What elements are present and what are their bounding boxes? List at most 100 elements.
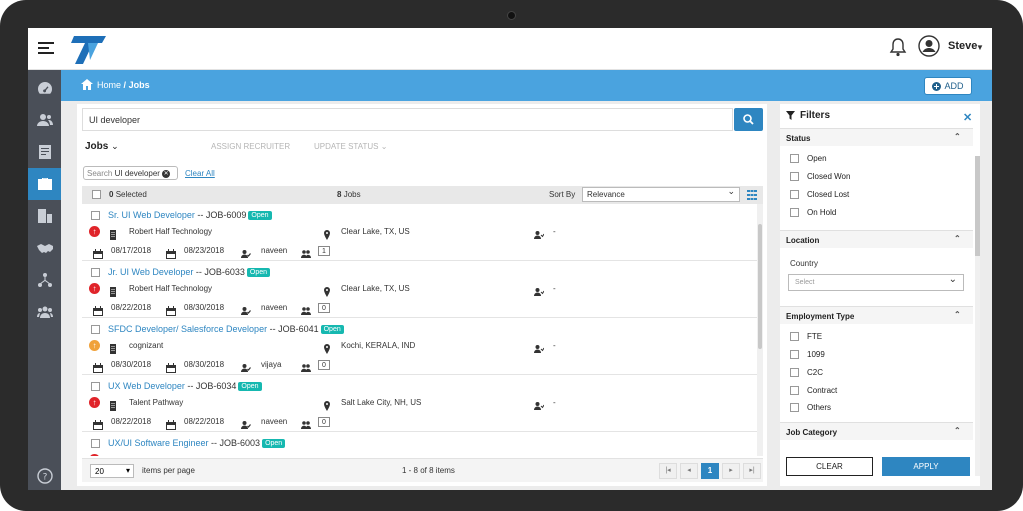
- select-all-checkbox[interactable]: [92, 190, 101, 199]
- filter-section-location[interactable]: Location ⌃: [780, 230, 973, 248]
- sidebar-item-jobs[interactable]: [28, 168, 61, 200]
- page-button-current[interactable]: 1: [701, 463, 719, 479]
- job-row-checkbox[interactable]: [91, 325, 100, 334]
- filter-checkbox[interactable]: [790, 350, 799, 359]
- job-row[interactable]: Jr. UI Web Developer -- JOB-6033 Open ↑ Rob…: [82, 261, 757, 318]
- submissions-count[interactable]: 0: [318, 417, 330, 427]
- filter-option-closed-won[interactable]: Closed Won: [790, 172, 850, 181]
- filters-scrollbar-thumb[interactable]: [975, 156, 980, 256]
- hierarchy-icon: [37, 273, 52, 287]
- filter-section-employment-type[interactable]: Employment Type ⌃: [780, 306, 973, 324]
- sidebar-item-companies[interactable]: [28, 200, 61, 232]
- filter-option-closed-lost[interactable]: Closed Lost: [790, 190, 849, 199]
- add-button[interactable]: ADD: [924, 77, 972, 95]
- first-page-button[interactable]: |◂: [659, 463, 677, 479]
- filter-checkbox[interactable]: [790, 403, 799, 412]
- jobs-view-dropdown[interactable]: Jobs ⌄: [85, 141, 119, 152]
- sidebar-item-contacts[interactable]: [28, 104, 61, 136]
- filter-option-label: C2C: [807, 368, 824, 377]
- submissions-count[interactable]: 0: [318, 360, 330, 370]
- job-title-link[interactable]: Jr. UI Web Developer -- JOB-6033 Open: [108, 267, 271, 277]
- sidebar-item-reports[interactable]: [28, 136, 61, 168]
- user-menu-chevron-icon[interactable]: ▼: [976, 43, 984, 52]
- job-title-link[interactable]: SFDC Developer/ Salesforce Developer -- …: [108, 324, 344, 334]
- job-title[interactable]: UX/UI Software Engineer: [108, 438, 209, 448]
- chip-remove-icon[interactable]: ✕: [162, 169, 171, 178]
- location-pin-icon: [322, 341, 332, 354]
- job-title[interactable]: SFDC Developer/ Salesforce Developer: [108, 324, 267, 334]
- update-status-button[interactable]: UPDATE STATUS ⌄: [314, 142, 387, 151]
- column-settings-icon[interactable]: [747, 190, 757, 200]
- job-row-checkbox[interactable]: [91, 268, 100, 277]
- sidebar-item-deals[interactable]: [28, 232, 61, 264]
- filter-option-c2c[interactable]: C2C: [790, 368, 823, 377]
- job-row-checkbox[interactable]: [91, 382, 100, 391]
- prev-page-button[interactable]: ◂: [680, 463, 698, 479]
- sidebar-item-help[interactable]: ?: [28, 460, 61, 490]
- breadcrumb-home[interactable]: Home: [97, 80, 121, 90]
- search-button[interactable]: [734, 108, 763, 131]
- country-select[interactable]: Select: [788, 274, 964, 291]
- filter-section-job-category[interactable]: Job Category ⌃: [780, 422, 973, 440]
- user-avatar-icon[interactable]: [918, 35, 940, 57]
- filter-checkbox[interactable]: [790, 386, 799, 395]
- filter-option-open[interactable]: Open: [790, 154, 827, 163]
- job-title[interactable]: UX Web Developer: [108, 381, 185, 391]
- filter-checkbox[interactable]: [790, 172, 799, 181]
- job-title[interactable]: Sr. UI Web Developer: [108, 210, 195, 220]
- job-row[interactable]: UX Web Developer -- JOB-6034 Open ↑ Talent …: [82, 375, 757, 432]
- search-input[interactable]: UI developer: [82, 108, 733, 131]
- filter-option-contract[interactable]: Contract: [790, 386, 837, 395]
- last-page-button[interactable]: ▸|: [743, 463, 761, 479]
- clear-all-link[interactable]: Clear All: [185, 169, 215, 178]
- filter-checkbox[interactable]: [790, 332, 799, 341]
- list-scrollbar[interactable]: [757, 204, 763, 456]
- filter-checkbox[interactable]: [790, 190, 799, 199]
- submissions-count[interactable]: 0: [318, 303, 330, 313]
- job-title-link[interactable]: UX Web Developer -- JOB-6034 Open: [108, 381, 262, 391]
- filter-section-status[interactable]: Status ⌃: [780, 128, 973, 146]
- filter-checkbox[interactable]: [790, 368, 799, 377]
- job-row[interactable]: UX/UI Software Engineer -- JOB-6003Open ↑…: [82, 432, 757, 456]
- apply-filters-button[interactable]: APPLY: [882, 457, 970, 476]
- job-row[interactable]: Sr. UI Web Developer -- JOB-6009 Open ↑ Rob…: [82, 204, 757, 261]
- job-start-date: 08/30/2018: [111, 360, 152, 369]
- sidebar-item-dashboard[interactable]: [28, 72, 61, 104]
- user-name[interactable]: Steve: [948, 40, 977, 52]
- job-title[interactable]: Jr. UI Web Developer: [108, 267, 193, 277]
- menu-toggle-icon[interactable]: [38, 39, 54, 55]
- add-button-label: ADD: [944, 81, 964, 91]
- sort-select[interactable]: Relevance: [582, 186, 740, 202]
- filter-option-fte[interactable]: FTE: [790, 332, 822, 341]
- selected-count-value: 0: [109, 190, 114, 199]
- job-row-checkbox[interactable]: [91, 211, 100, 220]
- filter-option-on-hold[interactable]: On Hold: [790, 208, 836, 217]
- jobs-list: Sr. UI Web Developer -- JOB-6009 Open ↑ Rob…: [82, 204, 757, 456]
- job-row[interactable]: SFDC Developer/ Salesforce Developer -- …: [82, 318, 757, 375]
- submissions-count[interactable]: 1: [318, 246, 330, 256]
- calendar-end-icon: [166, 417, 176, 430]
- pagination-bar: 20 items per page 1 - 8 of 8 items |◂ ◂ …: [82, 458, 763, 482]
- list-scrollbar-thumb[interactable]: [758, 224, 762, 349]
- job-start-date: 08/22/2018: [111, 417, 152, 426]
- filter-option-others[interactable]: Others: [790, 403, 831, 412]
- job-title-link[interactable]: UX/UI Software Engineer -- JOB-6003 Open: [108, 438, 286, 448]
- filter-option-1099[interactable]: 1099: [790, 350, 825, 359]
- next-page-button[interactable]: ▸: [722, 463, 740, 479]
- job-row-checkbox[interactable]: [91, 439, 100, 448]
- job-title-link[interactable]: Sr. UI Web Developer -- JOB-6009 Open: [108, 210, 272, 220]
- recruiter-icon: [241, 303, 251, 315]
- bell-icon[interactable]: [889, 37, 907, 57]
- sidebar-item-hierarchy[interactable]: [28, 264, 61, 296]
- items-per-page-select[interactable]: 20: [90, 464, 134, 478]
- filter-checkbox[interactable]: [790, 154, 799, 163]
- sidebar-item-teams[interactable]: [28, 296, 61, 328]
- close-filters-icon[interactable]: ✕: [963, 111, 972, 124]
- home-icon[interactable]: [81, 79, 93, 90]
- items-range: 1 - 8 of 8 items: [402, 466, 455, 475]
- assign-recruiter-button[interactable]: ASSIGN RECRUITER: [211, 142, 290, 151]
- app-logo[interactable]: [68, 32, 108, 66]
- clear-filters-button[interactable]: CLEAR: [786, 457, 873, 476]
- filters-scrollbar[interactable]: [975, 156, 980, 476]
- filter-checkbox[interactable]: [790, 208, 799, 217]
